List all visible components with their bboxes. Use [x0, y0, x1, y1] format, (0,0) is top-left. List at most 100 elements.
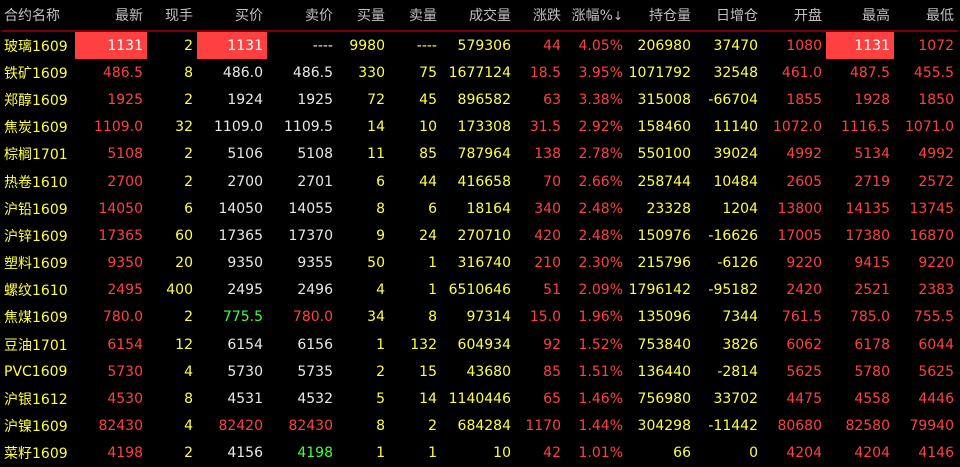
cell-open-interest: 158460: [637, 119, 691, 136]
col-header-contract[interactable]: 合约名称: [2, 0, 75, 32]
cell-open-interest: 206980: [637, 37, 691, 54]
cell-ask: 1109.5: [284, 119, 333, 136]
cell-change-pct: 3.38%: [578, 91, 623, 108]
cell-ask-volume: 132: [410, 336, 437, 353]
cell-change-pct: 2.48%: [578, 227, 623, 244]
cell-daily-oi-change: 7344: [722, 309, 758, 326]
cell-current-lots: 2: [184, 91, 193, 108]
cell-open-interest: 1796142: [628, 282, 691, 299]
table-row[interactable]: 玻璃1609 1131 2 1131 ---- 9980 ---- 579306 44 4.05%…: [2, 31, 958, 60]
cell-latest: 4198: [107, 445, 143, 462]
cell-daily-oi-change: -66704: [708, 91, 758, 108]
cell-bid: 1131: [197, 31, 267, 60]
cell-daily-oi-change: 10484: [713, 173, 758, 190]
cell-low: 1071.0: [905, 119, 954, 136]
col-header-daily-oi-change[interactable]: 日增仓: [695, 0, 762, 32]
cell-daily-oi-change: 3826: [722, 336, 758, 353]
table-row[interactable]: PVC1609 5730 4 5730 5735 2 15 43680 85 1.51% 13644…: [2, 358, 958, 385]
cell-bid-volume: 6: [376, 173, 385, 190]
col-header-low[interactable]: 最低: [894, 0, 958, 32]
cell-bid: 775.5: [222, 309, 263, 326]
cell-ask: 1925: [297, 91, 333, 108]
col-header-ask[interactable]: 卖价: [267, 0, 337, 32]
table-row[interactable]: 焦煤1609 780.0 2 775.5 780.0 34 8 97314 15.0 1.96% 1…: [2, 304, 958, 331]
cell-contract: 棕榈1701: [4, 147, 68, 164]
col-header-open[interactable]: 开盘: [762, 0, 826, 32]
col-header-high[interactable]: 最高: [826, 0, 894, 32]
cell-change: 340: [534, 200, 561, 217]
cell-daily-oi-change: 32548: [713, 64, 758, 81]
col-header-volume[interactable]: 成交量: [441, 0, 515, 32]
cell-high: 1131: [826, 31, 894, 60]
cell-open: 1072.0: [773, 119, 822, 136]
table-row[interactable]: 螺纹1610 2495 400 2495 2496 4 1 6510646 51 2.09% 179…: [2, 277, 958, 304]
col-header-change-pct[interactable]: 涨幅%↓: [565, 0, 627, 32]
cell-contract: 沪铅1609: [4, 201, 68, 218]
cell-high: 5134: [854, 146, 890, 163]
cell-change: 15.0: [529, 309, 561, 326]
cell-contract: 沪银1612: [4, 392, 68, 409]
table-row[interactable]: 沪锌1609 17365 60 17365 17370 9 24 270710 420 2.48%…: [2, 222, 958, 249]
cell-contract: 玻璃1609: [4, 38, 68, 55]
cell-change-pct: 1.96%: [578, 309, 623, 326]
cell-latest: 780.0: [102, 309, 143, 326]
cell-open: 761.5: [781, 309, 822, 326]
table-row[interactable]: 铁矿1609 486.5 8 486.0 486.5 330 75 1677124 18.5 3.…: [2, 59, 958, 86]
cell-contract: 热卷1610: [4, 174, 68, 191]
cell-latest: 6154: [107, 336, 143, 353]
cell-volume: 896582: [457, 91, 511, 108]
cell-bid: 1924: [227, 91, 263, 108]
cell-contract: 郑醇1609: [4, 92, 68, 109]
table-row[interactable]: 沪铅1609 14050 6 14050 14055 8 6 18164 340 2.48% 233…: [2, 195, 958, 222]
table-row[interactable]: 沪镍1609 82430 4 82420 82430 8 2 684284 1170 1.44% 3…: [2, 413, 958, 440]
col-header-latest[interactable]: 最新: [75, 0, 147, 32]
col-header-bid-volume[interactable]: 买量: [337, 0, 389, 32]
cell-open-interest: 136440: [637, 363, 691, 380]
cell-low: 2383: [918, 282, 954, 299]
col-header-current-lots[interactable]: 现手: [147, 0, 197, 32]
cell-contract: 沪锌1609: [4, 228, 68, 245]
cell-open-interest: 315008: [637, 91, 691, 108]
cell-high: 2521: [854, 282, 890, 299]
table-row[interactable]: 焦炭1609 1109.0 32 1109.0 1109.5 14 10 173308 31.5…: [2, 114, 958, 141]
table-row[interactable]: 沪银1612 4530 8 4531 4532 5 14 1140446 65 1.46% 7569…: [2, 385, 958, 412]
table-row[interactable]: 热卷1610 2700 2 2700 2701 6 44 416658 70 2.66% 25874…: [2, 168, 958, 195]
cell-latest: 9350: [107, 255, 143, 272]
cell-daily-oi-change: 1204: [722, 200, 758, 217]
cell-open: 80680: [777, 418, 822, 435]
cell-ask-volume: 10: [419, 119, 437, 136]
table-row[interactable]: 棕榈1701 5108 2 5106 5108 11 85 787964 138 2.78% 550…: [2, 141, 958, 168]
cell-volume: 10: [493, 445, 511, 462]
cell-open-interest: 258744: [637, 173, 691, 190]
col-header-ask-volume[interactable]: 卖量: [389, 0, 441, 32]
table-row[interactable]: 豆油1701 6154 12 6154 6156 1 132 604934 92 1.52% 753…: [2, 331, 958, 358]
cell-volume: 270710: [457, 227, 511, 244]
col-header-open-interest[interactable]: 持仓量: [627, 0, 695, 32]
cell-latest: 5108: [107, 146, 143, 163]
cell-high: 1928: [854, 91, 890, 108]
quote-board: 合约名称 最新 现手 买价 卖价 买量 卖量 成交量 涨跌 涨幅%↓ 持仓量 日…: [0, 0, 960, 462]
cell-low: 4146: [918, 445, 954, 462]
cell-change: 1170: [525, 418, 561, 435]
cell-volume: 173308: [457, 119, 511, 136]
cell-open: 17005: [777, 227, 822, 244]
table-row[interactable]: 菜籽1609 4198 2 4156 4198 1 1 10 42 1.01% 66 0 4204 420…: [2, 440, 958, 467]
cell-bid: 82420: [218, 418, 263, 435]
cell-change-pct: 2.48%: [578, 200, 623, 217]
cell-low: 9220: [918, 255, 954, 272]
table-row[interactable]: 塑料1609 9350 20 9350 9355 50 1 316740 210 2.30% 215…: [2, 250, 958, 277]
cell-open: 4992: [786, 146, 822, 163]
cell-change: 138: [534, 146, 561, 163]
table-row[interactable]: 郑醇1609 1925 2 1924 1925 72 45 896582 63 3.38% 3150…: [2, 86, 958, 113]
cell-volume: 684284: [457, 418, 511, 435]
cell-open-interest: 215796: [637, 255, 691, 272]
cell-bid-volume: 9980: [349, 37, 385, 54]
cell-volume: 18164: [466, 200, 511, 217]
cell-bid: 6154: [227, 336, 263, 353]
cell-change: 31.5: [529, 119, 561, 136]
cell-latest: 4530: [107, 391, 143, 408]
col-header-change[interactable]: 涨跌: [515, 0, 565, 32]
cell-ask: 9355: [297, 255, 333, 272]
col-header-bid[interactable]: 买价: [197, 0, 267, 32]
cell-daily-oi-change: -2814: [717, 363, 758, 380]
